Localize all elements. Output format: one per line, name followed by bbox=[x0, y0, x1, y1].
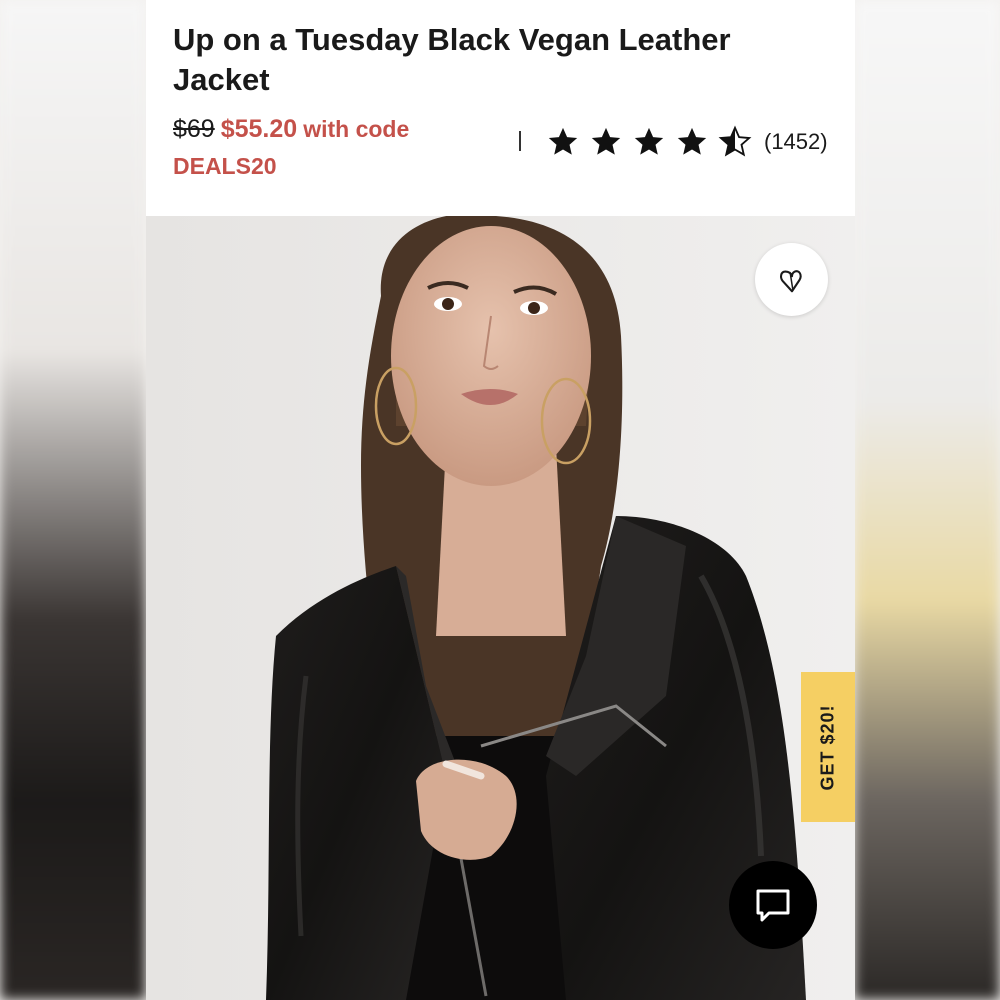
product-card: Up on a Tuesday Black Vegan Leather Jack… bbox=[146, 0, 855, 1000]
review-count[interactable]: (1452) bbox=[764, 129, 828, 155]
background-blur-left bbox=[0, 0, 146, 1000]
star-icon bbox=[634, 127, 664, 155]
star-icon bbox=[591, 127, 621, 155]
wishlist-button[interactable] bbox=[755, 243, 828, 316]
price-block: $69 $55.20 with code DEALS20 bbox=[173, 111, 503, 185]
promo-code: DEALS20 bbox=[173, 153, 277, 179]
heart-outline-icon bbox=[779, 269, 802, 292]
chat-bubble-icon bbox=[756, 889, 790, 922]
chat-button[interactable] bbox=[729, 861, 817, 949]
half-star-icon bbox=[718, 125, 752, 157]
background-blur-right bbox=[854, 0, 1000, 1000]
promo-tab-label: GET $20! bbox=[817, 703, 838, 791]
sale-price: $55.20 bbox=[220, 115, 298, 143]
divider bbox=[519, 131, 521, 151]
price-row: $69 $55.20 with code bbox=[173, 111, 503, 147]
product-header: Up on a Tuesday Black Vegan Leather Jack… bbox=[146, 0, 855, 216]
product-title: Up on a Tuesday Black Vegan Leather Jack… bbox=[173, 22, 731, 97]
rating-stars[interactable]: (1452) bbox=[546, 122, 828, 162]
star-icon bbox=[548, 127, 578, 155]
original-price: $69 bbox=[173, 115, 215, 143]
with-code-text: with code bbox=[303, 116, 410, 142]
get-20-promo-tab[interactable]: GET $20! bbox=[801, 672, 855, 822]
star-icon bbox=[677, 127, 707, 155]
